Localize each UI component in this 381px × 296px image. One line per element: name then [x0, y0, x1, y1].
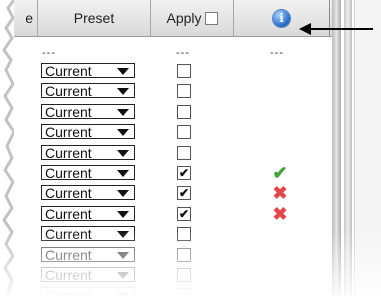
table-row: Current: [14, 122, 332, 142]
column-header-status: i: [234, 0, 330, 36]
dropdown-arrow-icon: [117, 231, 129, 239]
table-row: Current: [14, 81, 332, 101]
preset-select-value: Current: [45, 185, 92, 202]
preset-select[interactable]: Current: [41, 226, 135, 243]
scrollbar-track[interactable]: [332, 0, 341, 296]
preset-select-value: Current: [45, 103, 92, 120]
preset-select-value: Current: [45, 144, 92, 161]
preset-select[interactable]: Current: [41, 205, 135, 222]
apply-checkbox[interactable]: [177, 268, 191, 282]
dropdown-arrow-icon: [117, 129, 129, 137]
preset-table-panel: e Preset Apply i --- --- --- Current Curr…: [14, 0, 332, 296]
table-row: Current: [14, 285, 332, 296]
preset-placeholder: ---: [42, 47, 56, 59]
table-row: Current: [14, 265, 332, 285]
dropdown-arrow-icon: [117, 68, 129, 75]
checkmark-icon: ✔: [178, 166, 190, 180]
apply-checkbox[interactable]: [177, 227, 191, 242]
preset-select-value: Current: [45, 205, 92, 222]
apply-checkbox[interactable]: [177, 247, 191, 262]
preset-select[interactable]: Current: [41, 165, 135, 180]
preset-select-value: Current: [45, 287, 92, 296]
dropdown-arrow-icon: [117, 272, 129, 279]
preset-select[interactable]: Current: [41, 185, 135, 202]
checkmark-icon: ✔: [178, 206, 190, 221]
failure-x-icon: ✖: [272, 203, 288, 224]
window-scroll-frame: [332, 0, 381, 296]
dropdown-arrow-icon: [117, 108, 129, 116]
table-row: Current: [14, 143, 332, 163]
table-row: Current: [14, 61, 332, 81]
dropdown-arrow-icon: [117, 170, 129, 177]
preset-select[interactable]: Current: [41, 124, 135, 141]
apply-checkbox[interactable]: ✔: [177, 206, 191, 221]
apply-checkbox[interactable]: ✔: [177, 186, 191, 201]
callout-arrow-head: [299, 23, 311, 35]
status-placeholder: ---: [270, 47, 284, 59]
preset-select-value: Current: [45, 63, 92, 79]
preset-select[interactable]: Current: [41, 103, 135, 120]
splitter-bar[interactable]: [344, 0, 352, 296]
dropdown-arrow-icon: [117, 210, 129, 218]
preset-select-value: Current: [45, 246, 92, 263]
preset-select[interactable]: Current: [41, 246, 135, 263]
column-header-preset: Preset: [38, 0, 151, 36]
apply-placeholder: ---: [176, 47, 190, 59]
dropdown-arrow-icon: [117, 251, 129, 259]
preset-select[interactable]: Current: [41, 267, 135, 282]
screenshot-stage: e Preset Apply i --- --- --- Current Curr…: [0, 0, 381, 296]
checkmark-icon: ✔: [178, 186, 190, 201]
success-check-icon: ✔: [272, 163, 288, 183]
preset-select[interactable]: Current: [41, 287, 135, 296]
table-row: Current: [14, 224, 332, 244]
failure-x-icon: ✖: [272, 183, 288, 204]
apply-all-checkbox[interactable]: [204, 11, 218, 25]
dropdown-arrow-icon: [117, 190, 129, 198]
apply-header-label: Apply: [166, 10, 202, 26]
apply-checkbox[interactable]: ✔: [177, 166, 191, 180]
apply-checkbox[interactable]: [177, 84, 191, 99]
preset-select[interactable]: Current: [41, 83, 135, 100]
table-row: Current: [14, 245, 332, 265]
column-header-apply: Apply: [151, 0, 234, 36]
dropdown-arrow-icon: [117, 88, 129, 96]
column-header-truncated: e: [14, 0, 38, 36]
preset-select[interactable]: Current: [41, 144, 135, 161]
preset-select[interactable]: Current: [41, 63, 135, 78]
table-header: e Preset Apply i: [14, 0, 332, 37]
apply-checkbox[interactable]: [177, 64, 191, 78]
table-row: Current ✔ ✖: [14, 204, 332, 224]
apply-checkbox[interactable]: [177, 125, 191, 140]
apply-checkbox[interactable]: [177, 145, 191, 160]
apply-checkbox[interactable]: [177, 104, 191, 119]
info-icon[interactable]: i: [273, 9, 290, 27]
preset-select-value: Current: [45, 267, 92, 283]
callout-arrow-line: [309, 28, 373, 30]
table-row: Current ✔ ✔: [14, 163, 332, 183]
column-header-truncated-label: e: [25, 10, 33, 26]
preset-header-label: Preset: [73, 10, 115, 26]
preset-select-value: Current: [45, 165, 92, 181]
preset-select-value: Current: [45, 83, 92, 100]
apply-checkbox[interactable]: [177, 288, 191, 296]
preset-select-value: Current: [45, 124, 92, 141]
side-panel: [354, 0, 381, 296]
dropdown-arrow-icon: [117, 292, 129, 296]
table-row: Current ✔ ✖: [14, 183, 332, 203]
table-row: Current: [14, 102, 332, 122]
dropdown-arrow-icon: [117, 149, 129, 157]
preset-select-value: Current: [45, 226, 92, 243]
